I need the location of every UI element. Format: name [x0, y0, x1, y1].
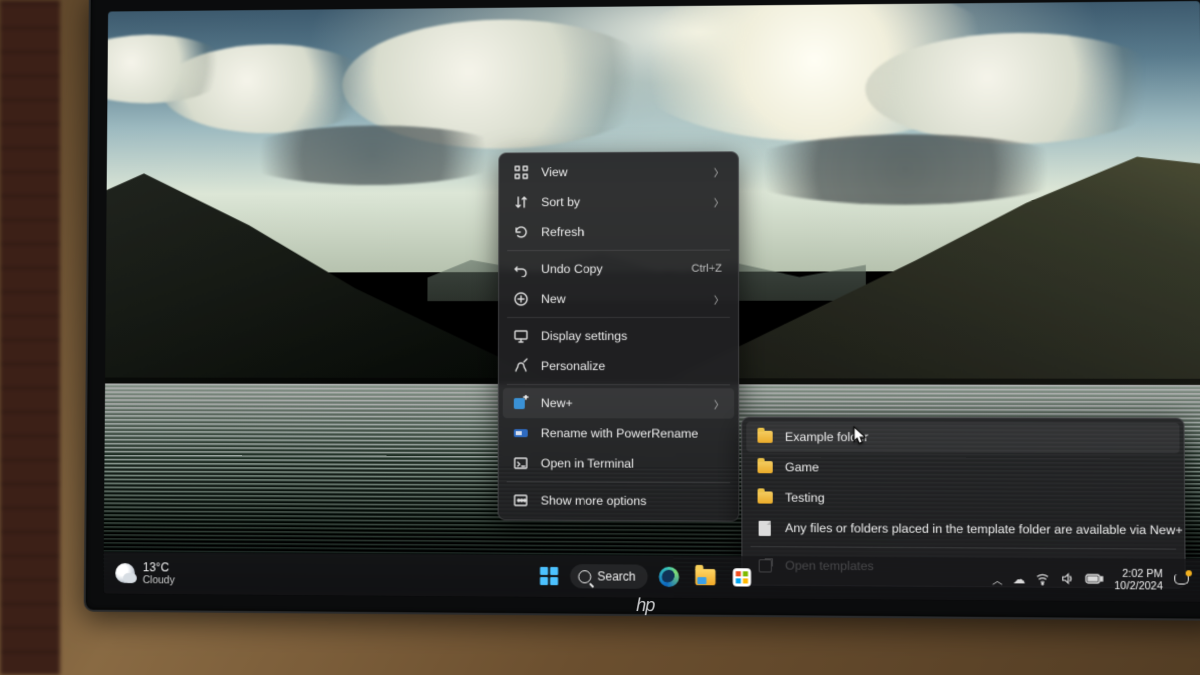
menu-separator: [507, 481, 731, 483]
system-tray[interactable]: ︿ ☁: [992, 570, 1104, 588]
clock-time: 2:02 PM: [1122, 568, 1163, 581]
submenu-item-example-folder[interactable]: Example folder: [746, 422, 1179, 454]
clock-date: 10/2/2024: [1114, 580, 1163, 593]
laptop: BANG & OLU: [24, 0, 1200, 675]
screen[interactable]: View 〉 Sort by 〉 Refresh Undo Copy Ctrl+…: [103, 1, 1200, 602]
battery-icon[interactable]: [1085, 572, 1104, 587]
more-icon: [513, 492, 529, 508]
weather-condition: Cloudy: [143, 574, 175, 586]
menu-item-label: New: [541, 292, 702, 306]
folder-icon: [756, 459, 772, 475]
submenu-item-game[interactable]: Game: [746, 452, 1179, 484]
menu-item-open-terminal[interactable]: Open in Terminal: [503, 448, 735, 479]
submenu-item-label: Testing: [785, 491, 1170, 507]
menu-item-label: Open in Terminal: [541, 456, 724, 471]
onedrive-icon[interactable]: ☁: [1013, 572, 1025, 586]
menu-separator: [751, 546, 1177, 550]
start-button[interactable]: [534, 561, 564, 591]
weather-temp: 13°C: [143, 560, 175, 574]
menu-item-show-more-options[interactable]: Show more options: [503, 485, 735, 516]
chevron-right-icon: 〉: [714, 291, 724, 306]
menu-item-view[interactable]: View 〉: [503, 156, 734, 187]
desktop-context-menu: View 〉 Sort by 〉 Refresh Undo Copy Ctrl+…: [498, 151, 740, 521]
edge-icon: [659, 567, 679, 587]
menu-item-label: Display settings: [541, 329, 724, 343]
weather-text: 13°C Cloudy: [143, 560, 175, 586]
menu-item-personalize[interactable]: Personalize: [503, 351, 734, 381]
taskbar-app-edge[interactable]: [654, 562, 684, 593]
undo-icon: [513, 261, 529, 277]
menu-item-label: Refresh: [541, 225, 724, 240]
menu-item-label: Personalize: [541, 359, 724, 373]
menu-item-label: Rename with PowerRename: [541, 426, 724, 441]
taskbar-app-explorer[interactable]: [690, 562, 720, 593]
menu-separator: [507, 384, 730, 385]
wifi-icon[interactable]: [1036, 571, 1051, 588]
view-grid-icon: [513, 164, 529, 180]
notifications-button[interactable]: [1173, 572, 1190, 589]
submenu-item-label: Example folder: [785, 430, 1169, 445]
newplus-icon: [513, 395, 529, 411]
menu-item-label: New+: [541, 396, 702, 410]
menu-item-undo-copy[interactable]: Undo Copy Ctrl+Z: [503, 254, 734, 284]
search-label: Search: [597, 569, 635, 583]
sort-icon: [513, 194, 529, 210]
tray-chevron-icon[interactable]: ︿: [992, 571, 1002, 586]
menu-item-new[interactable]: New 〉: [503, 284, 734, 314]
menu-shortcut: Ctrl+Z: [691, 263, 724, 275]
menu-item-sort-by[interactable]: Sort by 〉: [503, 186, 734, 217]
taskbar-app-store[interactable]: [727, 562, 757, 593]
menu-item-label: Show more options: [541, 493, 724, 508]
submenu-item-testing[interactable]: Testing: [746, 482, 1180, 515]
new-icon: [513, 291, 529, 307]
search-icon: [578, 570, 591, 583]
menu-item-label: Undo Copy: [541, 262, 679, 276]
chevron-right-icon: 〉: [714, 396, 724, 411]
taskbar-search[interactable]: Search: [570, 564, 648, 589]
terminal-icon: [513, 455, 529, 471]
hp-logo: hp: [636, 595, 654, 616]
menu-item-new-plus[interactable]: New+ 〉: [503, 388, 734, 419]
windows-logo-icon: [540, 567, 558, 585]
laptop-bezel: BANG & OLU: [84, 0, 1200, 621]
menu-item-powerrename[interactable]: Rename with PowerRename: [503, 418, 734, 449]
weather-icon: [115, 563, 135, 583]
chevron-right-icon: 〉: [714, 164, 724, 179]
folder-icon: [756, 429, 772, 445]
personalize-icon: [513, 358, 529, 374]
taskbar-clock[interactable]: 2:02 PM 10/2/2024: [1114, 568, 1163, 593]
refresh-icon: [513, 224, 529, 240]
folder-icon: [757, 489, 773, 505]
volume-icon[interactable]: [1060, 571, 1075, 588]
menu-item-label: Sort by: [541, 195, 701, 210]
notification-badge: [1186, 570, 1192, 576]
file-explorer-icon: [695, 569, 715, 585]
submenu-item-template-note[interactable]: Any files or folders placed in the templ…: [746, 513, 1180, 546]
taskbar-center: Search: [534, 561, 757, 593]
menu-separator: [507, 250, 730, 252]
microsoft-store-icon: [733, 568, 751, 586]
taskbar-weather-widget[interactable]: 13°C Cloudy: [103, 560, 174, 586]
taskbar-right: ︿ ☁ 2:02 PM 10/2/2024: [992, 567, 1200, 593]
submenu-item-label: Any files or folders placed in the templ…: [785, 521, 1183, 537]
powerrename-icon: [513, 425, 529, 441]
menu-item-label: View: [541, 165, 701, 180]
display-icon: [513, 328, 529, 344]
chevron-right-icon: 〉: [714, 194, 724, 209]
menu-separator: [507, 317, 730, 318]
menu-item-refresh[interactable]: Refresh: [503, 216, 734, 247]
submenu-item-label: Game: [785, 460, 1169, 476]
file-icon: [757, 520, 773, 536]
menu-item-display-settings[interactable]: Display settings: [503, 321, 734, 351]
